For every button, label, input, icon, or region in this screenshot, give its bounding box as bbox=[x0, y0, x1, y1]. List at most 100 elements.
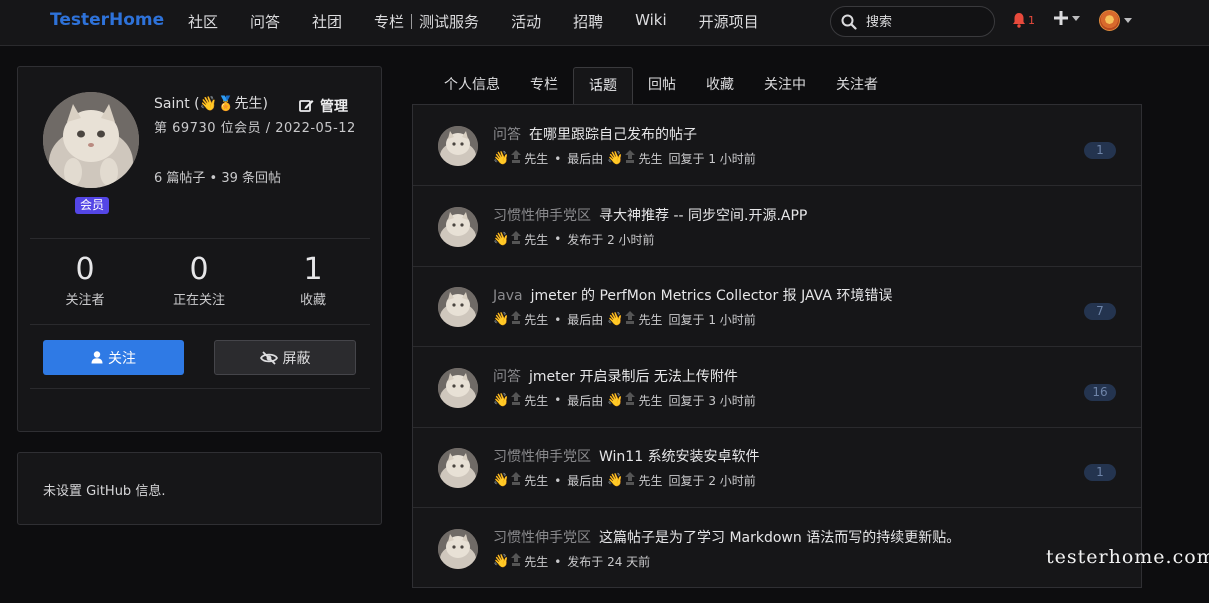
wave-icon: 👋 bbox=[493, 151, 510, 166]
last-reply-prefix: 最后由 bbox=[567, 313, 604, 328]
edit-icon bbox=[299, 100, 314, 112]
tab-followers[interactable]: 关注者 bbox=[821, 67, 893, 105]
topic-heading: 问答 在哪里跟踪自己发布的帖子 bbox=[493, 124, 697, 144]
topic-author-avatar[interactable] bbox=[438, 367, 478, 408]
last-reply-prefix: 最后由 bbox=[567, 152, 604, 166]
topic-row[interactable]: Java jmeter 的 PerfMon Metrics Collector 报… bbox=[413, 266, 1141, 348]
tab-following[interactable]: 关注中 bbox=[749, 67, 821, 105]
profile-avatar[interactable] bbox=[43, 92, 139, 188]
topic-title-link[interactable]: 这篇帖子是为了学习 Markdown 语法而写的持续更新贴。 bbox=[599, 530, 960, 546]
topic-author-avatar[interactable] bbox=[438, 206, 478, 247]
tab-topics[interactable]: 话题 bbox=[573, 67, 633, 105]
topic-node-link[interactable]: Java bbox=[493, 288, 523, 304]
tab-profile-info[interactable]: 个人信息 bbox=[429, 67, 515, 105]
author-link[interactable]: 👋 先生 bbox=[493, 472, 548, 489]
divider bbox=[30, 388, 370, 389]
nav-link-columns[interactable]: 专栏｜测试服务 bbox=[374, 11, 479, 32]
github-card: 未设置 GitHub 信息. bbox=[17, 452, 382, 525]
separator-dot: • bbox=[554, 393, 562, 408]
search-box[interactable] bbox=[830, 6, 995, 37]
topic-meta: 👋 先生 • 最后由 👋 先生 回复于 3 小时前 bbox=[493, 391, 756, 409]
last-reply-user-link[interactable]: 👋 先生 bbox=[607, 391, 663, 409]
last-reply-user: 先生 bbox=[638, 474, 663, 489]
topic-meta: 👋 先生 • 最后由 👋 先生 回复于 1 小时前 bbox=[493, 311, 756, 328]
manage-button[interactable]: 管理 bbox=[299, 96, 348, 116]
topic-node-link[interactable]: 习惯性伸手党区 bbox=[493, 208, 591, 224]
topic-node-link[interactable]: 问答 bbox=[493, 127, 521, 143]
nav-link-opensource[interactable]: 开源项目 bbox=[699, 11, 759, 32]
medal-icon bbox=[510, 230, 524, 248]
topic-meta: 👋 先生 • 最后由 👋 先生 回复于 1 小时前 bbox=[493, 150, 756, 167]
last-reply-user-link[interactable]: 👋 先生 bbox=[607, 472, 663, 489]
topic-title-link[interactable]: jmeter 开启录制后 无法上传附件 bbox=[529, 369, 738, 385]
notifications-button[interactable]: 1 bbox=[1012, 12, 1035, 28]
topic-author-avatar[interactable] bbox=[438, 529, 478, 569]
user-menu-button[interactable] bbox=[1099, 10, 1132, 31]
wave-icon: 👋 bbox=[607, 473, 624, 489]
topic-title-link[interactable]: 在哪里跟踪自己发布的帖子 bbox=[529, 127, 697, 143]
topic-title-link[interactable]: 寻大神推荐 -- 同步空间.开源.APP bbox=[599, 208, 807, 224]
search-input[interactable] bbox=[866, 12, 986, 32]
medal-icon bbox=[624, 150, 638, 167]
tab-columns[interactable]: 专栏 bbox=[515, 67, 573, 105]
topic-author-avatar[interactable] bbox=[438, 126, 478, 166]
topic-node-link[interactable]: 问答 bbox=[493, 369, 521, 385]
topic-time: 发布于 2 小时前 bbox=[567, 232, 655, 247]
block-button[interactable]: 屏蔽 bbox=[214, 340, 356, 375]
stat-number: 0 bbox=[75, 252, 95, 287]
topic-title-link[interactable]: Win11 系统安装安卓软件 bbox=[599, 449, 760, 465]
topic-heading: 问答 jmeter 开启录制后 无法上传附件 bbox=[493, 366, 738, 386]
nav-link-jobs[interactable]: 招聘 bbox=[573, 11, 603, 32]
stat-label: 关注者 bbox=[65, 293, 105, 308]
nav-link-events[interactable]: 活动 bbox=[511, 11, 541, 32]
author-link[interactable]: 👋 先生 bbox=[493, 391, 548, 409]
last-reply-user-link[interactable]: 👋 先生 bbox=[607, 311, 663, 328]
nav-link-qa[interactable]: 问答 bbox=[250, 11, 280, 32]
create-menu-button[interactable] bbox=[1054, 11, 1080, 25]
last-reply-user: 先生 bbox=[638, 152, 663, 166]
wave-icon: 👋 bbox=[493, 473, 510, 489]
stat-following[interactable]: 0 正在关注 bbox=[149, 253, 249, 309]
medal-icon bbox=[624, 311, 638, 328]
bell-icon bbox=[1013, 13, 1025, 28]
nav-link-community[interactable]: 社区 bbox=[188, 11, 218, 32]
stat-followers[interactable]: 0 关注者 bbox=[35, 252, 135, 309]
tab-favorites[interactable]: 收藏 bbox=[691, 67, 749, 105]
topic-meta: 👋 先生 • 发布于 2 小时前 bbox=[493, 230, 655, 248]
topic-node-link[interactable]: 习惯性伸手党区 bbox=[493, 449, 591, 465]
nav-link-clubs[interactable]: 社团 bbox=[312, 11, 342, 32]
topic-time: 发布于 24 天前 bbox=[567, 555, 651, 569]
topic-row[interactable]: 习惯性伸手党区 这篇帖子是为了学习 Markdown 语法而写的持续更新贴。 👋 先… bbox=[413, 508, 1141, 589]
topic-row[interactable]: 问答 在哪里跟踪自己发布的帖子 👋 先生 • 最后由 👋 先生 回复于 1 小时前 1 bbox=[413, 105, 1141, 186]
user-icon bbox=[91, 351, 103, 364]
last-reply-user-link[interactable]: 👋 先生 bbox=[607, 150, 663, 167]
stat-favorites[interactable]: 1 收藏 bbox=[263, 252, 363, 309]
chevron-down-icon bbox=[1124, 18, 1132, 23]
author-link[interactable]: 👋 先生 bbox=[493, 311, 548, 328]
author-link[interactable]: 👋 先生 bbox=[493, 150, 548, 167]
separator-dot: • bbox=[554, 312, 562, 327]
topic-meta: 👋 先生 • 发布于 24 天前 bbox=[493, 553, 650, 570]
author-link[interactable]: 👋 先生 bbox=[493, 553, 548, 570]
follow-label: 关注 bbox=[108, 350, 136, 367]
topic-row[interactable]: 习惯性伸手党区 Win11 系统安装安卓软件 👋 先生 • 最后由 👋 先生 回复于 2… bbox=[413, 427, 1141, 509]
topic-title-link[interactable]: jmeter 的 PerfMon Metrics Collector 报 JAV… bbox=[531, 288, 893, 304]
topic-row[interactable]: 习惯性伸手党区 寻大神推荐 -- 同步空间.开源.APP 👋 先生 • 发布于 2 小… bbox=[413, 186, 1141, 267]
tab-replies[interactable]: 回帖 bbox=[633, 67, 691, 105]
topic-heading: 习惯性伸手党区 这篇帖子是为了学习 Markdown 语法而写的持续更新贴。 bbox=[493, 527, 960, 547]
topic-author-avatar[interactable] bbox=[438, 287, 478, 328]
medal-icon bbox=[510, 150, 524, 167]
author-link[interactable]: 👋 先生 bbox=[493, 230, 548, 248]
follow-button[interactable]: 关注 bbox=[43, 340, 184, 375]
brand-logo[interactable]: TesterHome bbox=[50, 10, 164, 30]
stat-number: 1 bbox=[303, 252, 323, 287]
member-badge: 会员 bbox=[75, 197, 110, 214]
last-reply-user: 先生 bbox=[638, 313, 663, 328]
block-label: 屏蔽 bbox=[282, 350, 311, 367]
nav-link-wiki[interactable]: Wiki bbox=[635, 11, 667, 32]
topic-author-avatar[interactable] bbox=[438, 448, 478, 489]
topic-row[interactable]: 问答 jmeter 开启录制后 无法上传附件 👋 先生 • 最后由 👋 先生 回复于 3… bbox=[413, 347, 1141, 428]
author-name: 先生 bbox=[524, 474, 549, 489]
author-name: 先生 bbox=[524, 555, 549, 569]
topic-node-link[interactable]: 习惯性伸手党区 bbox=[493, 530, 591, 546]
